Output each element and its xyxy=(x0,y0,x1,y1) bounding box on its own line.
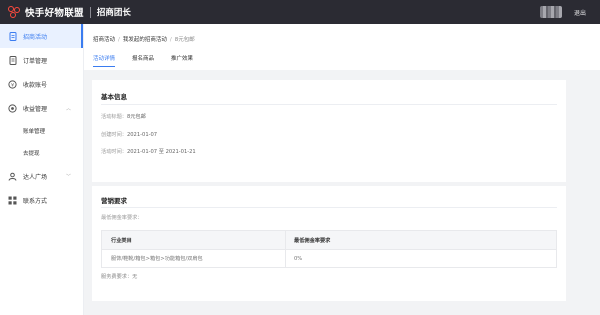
field-value: 无 xyxy=(132,274,138,280)
sidebar-subitem-bills[interactable]: 账单管理 xyxy=(0,120,83,142)
field-label: 服务费要求： xyxy=(101,274,133,280)
user-icon xyxy=(8,172,17,181)
service-fee-row: 服务费要求：无 xyxy=(101,273,137,280)
table-cell: 0% xyxy=(294,255,303,262)
document-icon xyxy=(8,31,17,41)
field-label: 创建时间： xyxy=(101,132,127,138)
field-value: 2021-01-07 至 2021-01-21 xyxy=(126,149,196,155)
role-title: 招商团长 xyxy=(96,8,131,18)
wallet-icon: ¥ xyxy=(8,79,17,89)
sidebar-item-label: 联系方式 xyxy=(23,197,48,205)
main-content: 招商活动 / 我发起的招商活动/8元包邮 活动详情 报名商品 推广效果 基本信息 活… xyxy=(84,24,600,315)
grid-icon xyxy=(8,196,17,205)
logo-icon xyxy=(8,5,21,19)
sidebar-item-label: 招商活动 xyxy=(23,33,48,41)
breadcrumb-separator: / xyxy=(169,37,172,43)
field-value: 2021-01-07 xyxy=(126,132,158,138)
sidebar-item-label: 收益管理 xyxy=(23,105,48,113)
sidebar-subitem-withdraw[interactable]: 去提现 xyxy=(0,142,83,164)
chevron-up-icon: ︿ xyxy=(65,105,71,112)
list-icon xyxy=(8,55,17,65)
gear-icon xyxy=(8,103,17,113)
chevron-down-icon: ﹀ xyxy=(65,173,71,180)
page-header: 招商活动 / 我发起的招商活动/8元包邮 活动详情 报名商品 推广效果 xyxy=(84,24,600,70)
brand-logo[interactable]: 快手好物联盟 xyxy=(8,5,84,19)
breadcrumb: 招商活动 / 我发起的招商活动/8元包邮 xyxy=(93,35,195,43)
sidebar-item-earnings[interactable]: 收益管理 ︿ xyxy=(0,96,83,120)
breadcrumb-current: 8元包邮 xyxy=(174,37,195,43)
table-cell: 服饰/鞋靴/箱包>箱包>功能箱包/双肩包 xyxy=(102,250,286,267)
created-time-row: 创建时间：2021-01-07 xyxy=(101,131,157,138)
brand-name: 快手好物联盟 xyxy=(25,8,84,19)
tab-activity-details[interactable]: 活动详情 xyxy=(93,54,116,67)
commission-table: 行业类目 最低佣金率要求 服饰/鞋靴/箱包>箱包>功能箱包/双肩包 0% xyxy=(101,230,557,268)
basic-info-card: 基本信息 活动标题：8元包邮 创建时间：2021-01-07 活动时间：2021… xyxy=(92,80,566,182)
sidebar-item-label: 订单管理 xyxy=(23,57,48,65)
top-navigation-bar: 快手好物联盟 招商团长 退出 xyxy=(0,0,600,24)
marketing-requirements-card: 营销要求 最低佣金率要求： 行业类目 最低佣金率要求 服饰/鞋靴/箱包>箱包>功… xyxy=(92,186,566,301)
field-label: 活动标题： xyxy=(101,114,127,120)
sidebar-item-label: 收款账号 xyxy=(23,81,48,89)
section-title: 营销要求 xyxy=(101,197,127,205)
column-header: 行业类目 xyxy=(102,231,286,249)
svg-text:¥: ¥ xyxy=(11,82,14,88)
table-row: 服饰/鞋靴/箱包>箱包>功能箱包/双肩包 0% xyxy=(102,249,556,267)
breadcrumb-item[interactable]: 我发起的招商活动 xyxy=(123,37,167,43)
tab-promotion-effect[interactable]: 推广效果 xyxy=(171,54,193,67)
field-label: 活动时间： xyxy=(101,149,127,155)
sidebar: 招商活动 订单管理 ¥ 收款账号 收益管理 ︿ 账单管理 去提现 达人广场 ﹀ … xyxy=(0,24,84,315)
sidebar-item-influencer-plaza[interactable]: 达人广场 ﹀ xyxy=(0,164,83,188)
activity-title-row: 活动标题：8元包邮 xyxy=(101,113,146,120)
sidebar-item-orders[interactable]: 订单管理 xyxy=(0,48,83,72)
sidebar-item-label: 达人广场 xyxy=(23,173,48,181)
table-header-row: 行业类目 最低佣金率要求 xyxy=(102,231,556,249)
section-title: 基本信息 xyxy=(101,93,127,101)
sidebar-item-recruit-activity[interactable]: 招商活动 xyxy=(0,24,83,48)
activity-period-row: 活动时间：2021-01-07 至 2021-01-21 xyxy=(101,148,196,155)
logout-link[interactable]: 退出 xyxy=(574,8,586,17)
user-avatar[interactable] xyxy=(539,6,562,18)
tab-registered-products[interactable]: 报名商品 xyxy=(132,54,154,67)
sidebar-item-contact[interactable]: 联系方式 xyxy=(0,188,83,212)
field-value: 8元包邮 xyxy=(126,114,146,120)
section-divider xyxy=(101,207,557,208)
tab-bar: 活动详情 报名商品 推广效果 xyxy=(93,54,210,67)
column-header: 最低佣金率要求 xyxy=(294,237,331,244)
header-divider xyxy=(89,6,91,18)
sidebar-item-payment-account[interactable]: ¥ 收款账号 xyxy=(0,72,83,96)
min-rate-label: 最低佣金率要求： xyxy=(101,215,143,221)
breadcrumb-separator: / xyxy=(118,37,120,43)
breadcrumb-item[interactable]: 招商活动 xyxy=(93,37,115,43)
section-divider xyxy=(101,104,557,105)
